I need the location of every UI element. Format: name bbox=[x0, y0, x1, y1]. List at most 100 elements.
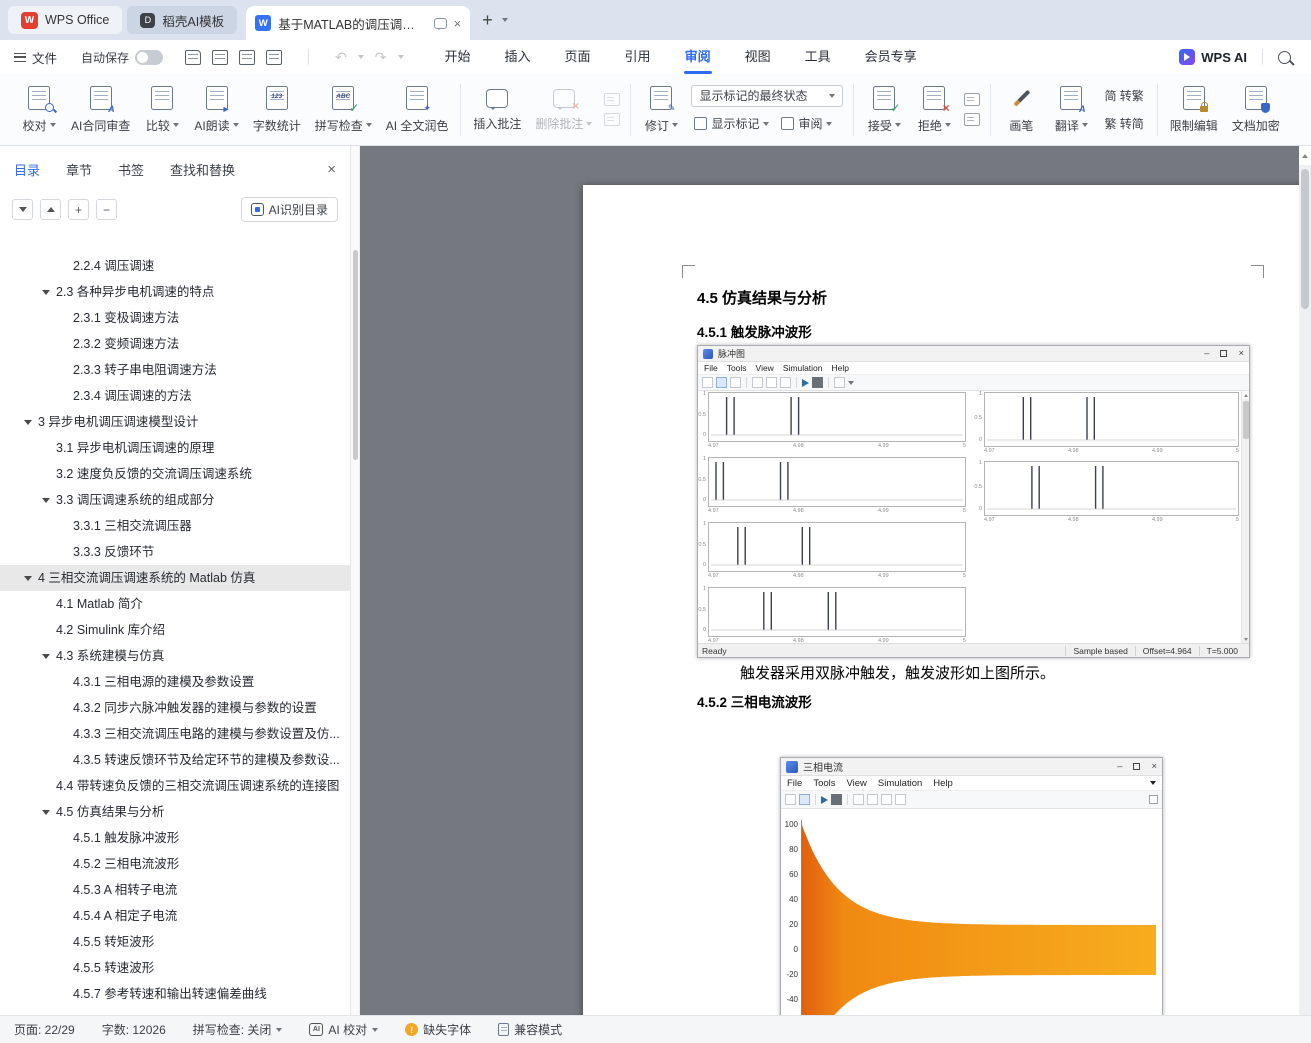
menu-tab[interactable]: 审阅 bbox=[668, 40, 728, 74]
figure-menu-item[interactable]: File bbox=[787, 778, 802, 789]
output-icon[interactable] bbox=[212, 50, 228, 65]
expand-triangle-icon[interactable] bbox=[42, 498, 50, 503]
word-count-indicator[interactable]: 字数: 12026 bbox=[102, 1021, 166, 1038]
close-icon[interactable]: × bbox=[1238, 349, 1244, 359]
menu-tab[interactable]: 引用 bbox=[608, 40, 668, 74]
ai-proofread-status[interactable]: AI AI 校对 bbox=[309, 1021, 378, 1038]
print-icon[interactable] bbox=[239, 50, 255, 65]
menu-tab[interactable]: 插入 bbox=[488, 40, 548, 74]
figure1-scrollbar[interactable] bbox=[1241, 391, 1249, 643]
encrypt-document-button[interactable]: 文档加密 bbox=[1227, 77, 1285, 143]
next-comment-icon[interactable] bbox=[604, 113, 620, 126]
close-sidebar-icon[interactable]: × bbox=[327, 161, 336, 178]
delete-comment-button[interactable]: × 删除批注 bbox=[530, 77, 597, 143]
toc-item[interactable]: 2.3.4 调压调速的方法 bbox=[0, 383, 350, 409]
missing-font-warning[interactable]: ! 缺失字体 bbox=[405, 1021, 471, 1038]
dock-icon[interactable] bbox=[1149, 795, 1158, 804]
reject-button[interactable]: × 拒绝 bbox=[911, 77, 957, 143]
spellcheck-status[interactable]: 拼写检查: 关闭 bbox=[193, 1021, 283, 1038]
undo-caret-icon[interactable] bbox=[358, 55, 364, 59]
new-icon[interactable] bbox=[702, 377, 713, 388]
zoom-in-icon[interactable] bbox=[752, 377, 763, 388]
close-icon[interactable]: × bbox=[1151, 762, 1157, 772]
redo-icon[interactable]: ↷ bbox=[375, 50, 387, 64]
document-scrollbar[interactable] bbox=[1299, 146, 1311, 1015]
minimize-icon[interactable]: – bbox=[1117, 762, 1122, 772]
tab-list-caret-icon[interactable] bbox=[502, 18, 508, 22]
figure-menu-item[interactable]: File bbox=[704, 363, 718, 373]
figure1-titlebar[interactable]: 脉冲图 – × bbox=[698, 346, 1249, 362]
word-count-button[interactable]: 123 字数统计 bbox=[248, 77, 306, 143]
zoom-in-outline-button[interactable]: + bbox=[68, 199, 89, 220]
new-tab-button[interactable]: + bbox=[482, 10, 493, 31]
toc-item[interactable]: 2.3 各种异步电机调速的特点 bbox=[0, 279, 350, 305]
figure-menu-item[interactable]: Tools bbox=[727, 363, 747, 373]
track-changes-button[interactable]: ✎ 修订 bbox=[638, 77, 684, 143]
autosave-control[interactable]: 自动保存 bbox=[81, 49, 163, 66]
insert-comment-button[interactable]: 插入批注 bbox=[468, 77, 526, 143]
tab-active-document[interactable]: W 基于MATLAB的调压调速控制 × bbox=[246, 6, 470, 40]
toc-item[interactable]: 4.5.7 参考转速和输出转速偏差曲线 bbox=[0, 981, 350, 1007]
menu-tab[interactable]: 工具 bbox=[788, 40, 848, 74]
menu-tab[interactable]: 会员专享 bbox=[848, 40, 934, 74]
sidebar-tab-chapters[interactable]: 章节 bbox=[66, 160, 92, 179]
toc-item[interactable]: 4 三相交流调压调速系统的 Matlab 仿真 bbox=[0, 565, 350, 591]
toc-item[interactable]: 4.3.2 同步六脉冲触发器的建模与参数的设置 bbox=[0, 695, 350, 721]
save-icon[interactable] bbox=[716, 377, 727, 388]
file-menu-button[interactable]: 文件 bbox=[14, 48, 57, 67]
to-traditional-button[interactable]: 简 转繁 bbox=[1101, 85, 1146, 107]
run-icon[interactable] bbox=[821, 796, 828, 804]
expand-triangle-icon[interactable] bbox=[24, 576, 32, 581]
menu-tab[interactable]: 页面 bbox=[548, 40, 608, 74]
figure-menu-item[interactable]: View bbox=[756, 363, 774, 373]
new-icon[interactable] bbox=[785, 794, 796, 805]
expand-triangle-icon[interactable] bbox=[42, 290, 50, 295]
zoom-out-icon[interactable] bbox=[766, 377, 777, 388]
autosave-toggle[interactable] bbox=[135, 50, 163, 65]
menu-tab[interactable]: 开始 bbox=[428, 40, 488, 74]
sidebar-scrollbar[interactable] bbox=[351, 146, 360, 1015]
ai-polish-button[interactable]: ✦ AI 全文润色 bbox=[381, 77, 454, 143]
compatibility-mode[interactable]: 兼容模式 bbox=[498, 1021, 562, 1038]
tab-docer-ai[interactable]: D 稻壳AI模板 bbox=[127, 6, 237, 34]
print-preview-icon[interactable] bbox=[266, 50, 282, 65]
toc-item[interactable]: 4.4 带转速负反馈的三相交流调压调速系统的连接图 bbox=[0, 773, 350, 799]
print-icon[interactable] bbox=[730, 377, 741, 388]
figure-menu-item[interactable]: Tools bbox=[813, 778, 835, 789]
toc-item[interactable]: 4.3 系统建模与仿真 bbox=[0, 643, 350, 669]
toc-item[interactable]: 4.1 Matlab 简介 bbox=[0, 591, 350, 617]
markup-state-dropdown[interactable]: 显示标记的最终状态 bbox=[691, 85, 843, 107]
menu-overflow-icon[interactable] bbox=[1150, 781, 1156, 785]
pan-icon[interactable] bbox=[780, 377, 791, 388]
document-canvas[interactable]: 4.5 仿真结果与分析 4.5.1 触发脉冲波形 脉冲图 – × FileToo… bbox=[360, 146, 1311, 1015]
search-icon[interactable] bbox=[1278, 51, 1291, 64]
save-icon[interactable] bbox=[185, 50, 201, 65]
scroll-up-button[interactable] bbox=[1299, 146, 1311, 165]
accept-button[interactable]: ✓ 接受 bbox=[861, 77, 907, 143]
figure-menu-item[interactable]: Help bbox=[832, 363, 849, 373]
ai-contract-review-button[interactable]: A AI合同审查 bbox=[66, 77, 135, 143]
figure-menu-item[interactable]: View bbox=[847, 778, 867, 789]
toc-item[interactable]: 4.5 仿真结果与分析 bbox=[0, 799, 350, 825]
toc-item[interactable]: 3.1 异步电机调压调速的原理 bbox=[0, 435, 350, 461]
toc-item[interactable]: 3.2 速度负反馈的交流调压调速系统 bbox=[0, 461, 350, 487]
next-change-icon[interactable] bbox=[964, 113, 980, 126]
toc-item[interactable]: 4.5.4 A 相定子电流 bbox=[0, 903, 350, 929]
redo-caret-icon[interactable] bbox=[398, 55, 404, 59]
toc-item[interactable]: 3.3.3 反馈环节 bbox=[0, 539, 350, 565]
previous-change-icon[interactable] bbox=[964, 93, 980, 106]
save-icon[interactable] bbox=[799, 794, 810, 805]
comment-bubble-icon[interactable] bbox=[434, 18, 447, 29]
proofread-button[interactable]: 校对 bbox=[16, 77, 62, 143]
toc-item[interactable]: 4.5.5 转速波形 bbox=[0, 955, 350, 981]
review-pane-button[interactable]: 审阅 bbox=[778, 113, 835, 135]
wps-ai-button[interactable]: WPS AI bbox=[1179, 49, 1247, 65]
figure-menu-item[interactable]: Simulation bbox=[783, 363, 823, 373]
toc-item[interactable]: 4.3.3 三相交流调压电路的建模与参数设置及仿... bbox=[0, 721, 350, 747]
zoom-in-icon[interactable] bbox=[853, 794, 864, 805]
restrict-editing-button[interactable]: 限制编辑 bbox=[1165, 77, 1223, 143]
page-indicator[interactable]: 页面: 22/29 bbox=[14, 1021, 75, 1038]
toc-item[interactable]: 2.3.1 变极调速方法 bbox=[0, 305, 350, 331]
toc-item[interactable]: 4.3.5 转速反馈环节及给定环节的建模及参数设... bbox=[0, 747, 350, 773]
figure2-titlebar[interactable]: 三相电流 – × bbox=[781, 758, 1162, 776]
